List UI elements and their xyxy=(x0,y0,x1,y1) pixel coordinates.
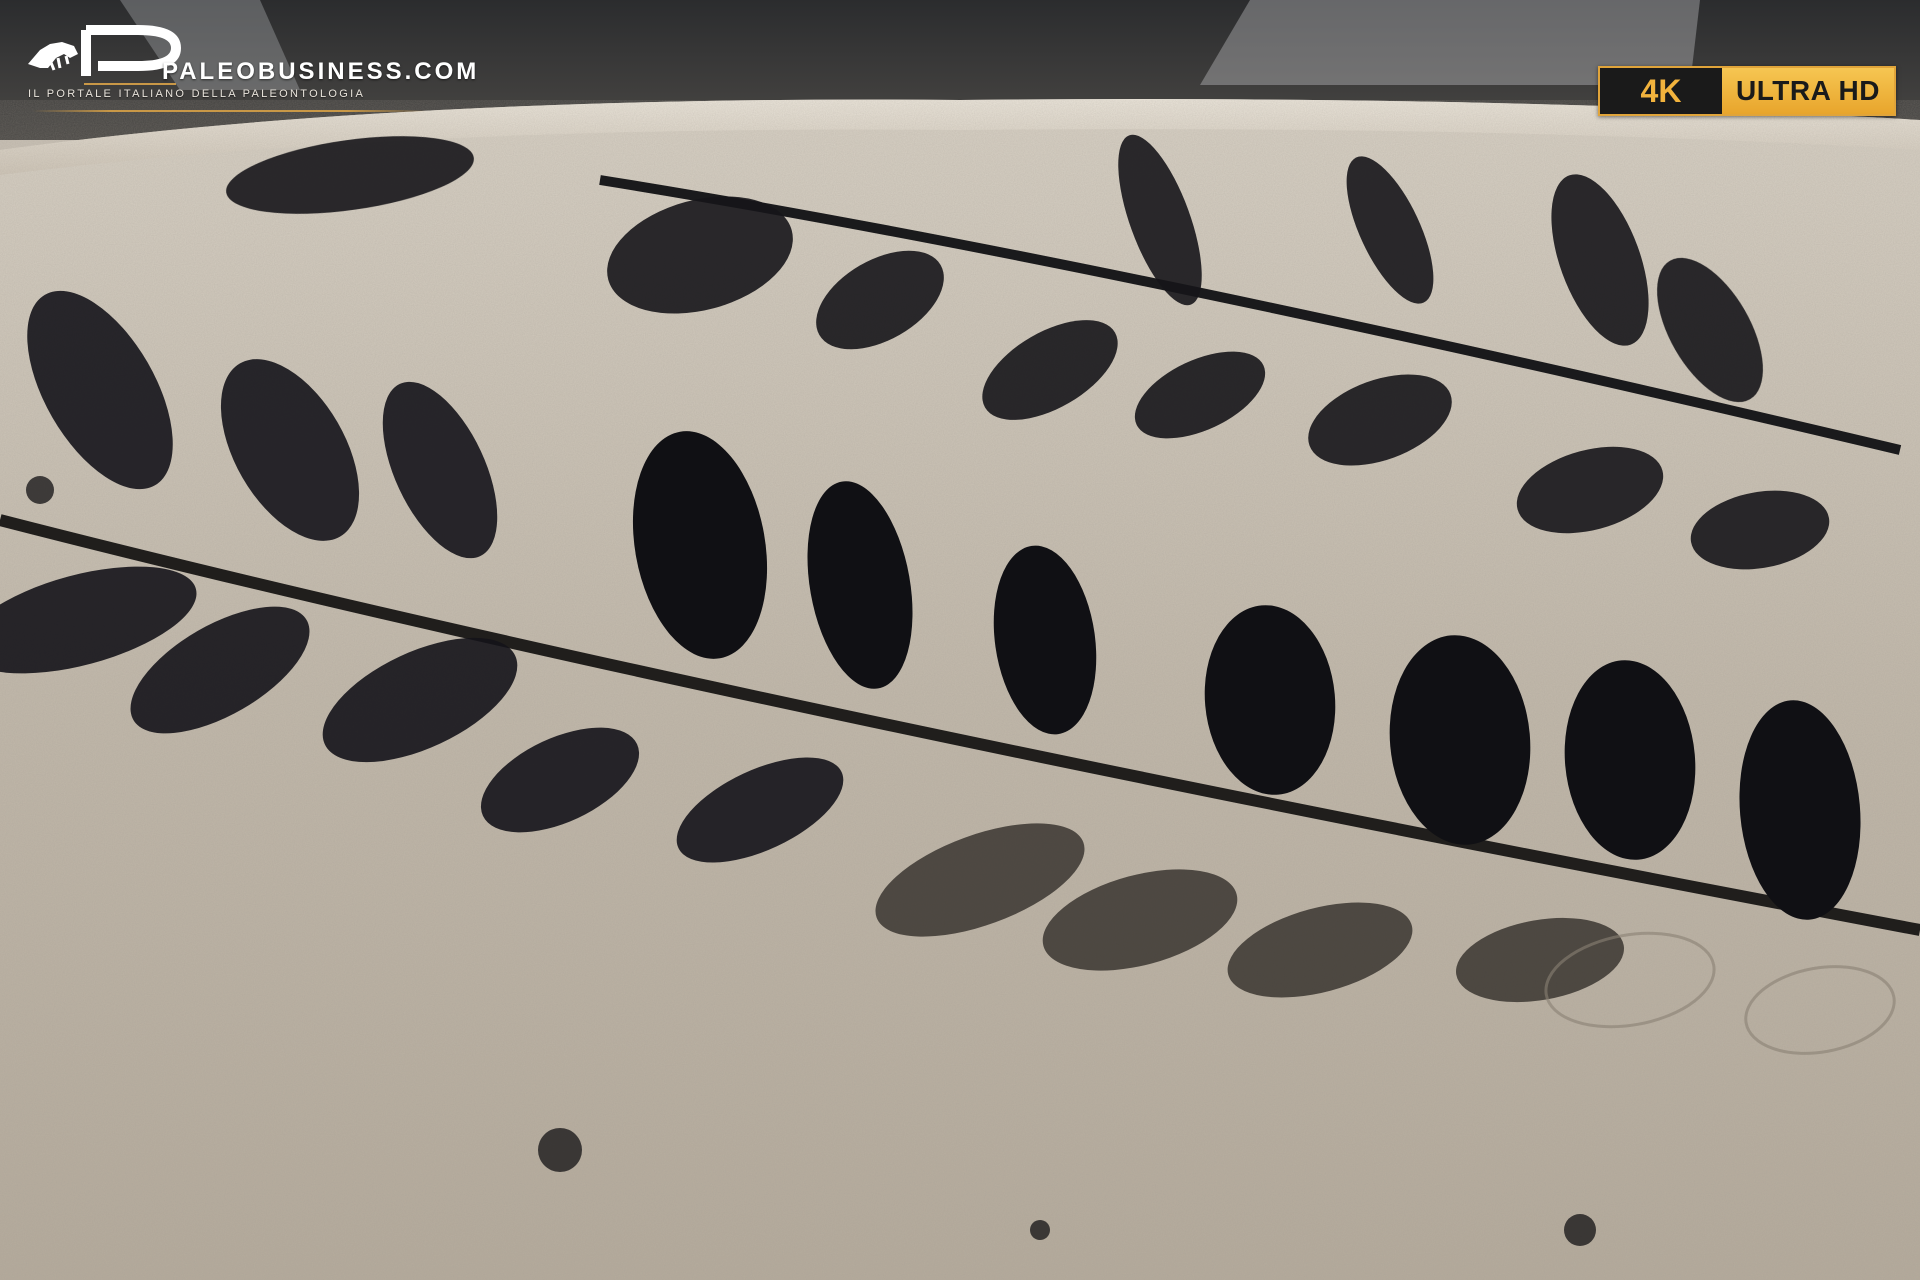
4k-ultra-hd-badge: 4K ULTRA HD xyxy=(1598,66,1896,116)
brand-tagline: IL PORTALE ITALIANO DELLA PALEONTOLOGIA xyxy=(28,88,366,100)
badge-label: ULTRA HD xyxy=(1722,68,1894,114)
badge-resolution: 4K xyxy=(1600,68,1722,114)
logo-underline xyxy=(32,110,426,112)
fossil-fern-photo xyxy=(0,0,1920,1280)
paleobusiness-logo[interactable]: PALEOBUSINESS.COM IL PORTALE ITALIANO DE… xyxy=(26,24,476,116)
brand-name: PALEOBUSINESS.COM xyxy=(162,58,480,85)
